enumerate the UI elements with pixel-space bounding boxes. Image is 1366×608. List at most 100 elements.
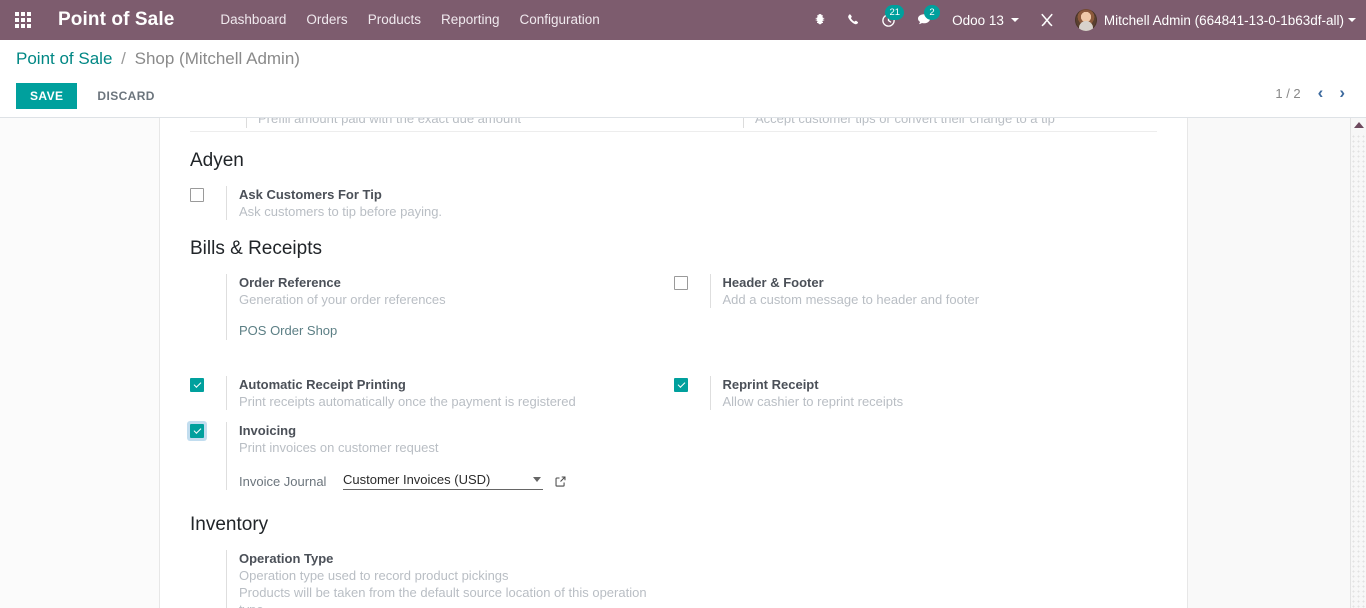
- setting-header-footer: Header & Footer Add a custom message to …: [673, 274, 1158, 308]
- breadcrumb-separator: /: [121, 49, 126, 68]
- bills-column-right: Header & Footer Add a custom message to …: [673, 274, 1158, 340]
- setting-body: Header & Footer Add a custom message to …: [709, 274, 1158, 308]
- control-panel-buttons: SAVE DISCARD: [16, 83, 167, 109]
- scrollbar-track[interactable]: [1351, 134, 1366, 608]
- automatic-receipt-printing-checkbox[interactable]: [190, 378, 204, 392]
- setting-help: Print receipts automatically once the pa…: [239, 394, 576, 409]
- setting-body: Reprint Receipt Allow cashier to reprint…: [709, 376, 1158, 410]
- adyen-column-right: [674, 186, 1158, 220]
- app-brand-title: Point of Sale: [58, 9, 175, 30]
- invoicing-checkbox[interactable]: [190, 424, 204, 438]
- setting-label: Ask Customers For Tip: [239, 187, 382, 202]
- adyen-settings-row: Ask Customers For Tip Ask customers to t…: [190, 186, 1157, 220]
- menu-item-products[interactable]: Products: [358, 0, 431, 40]
- setting-divider: [743, 118, 744, 128]
- checkbox-cell-empty: [190, 550, 226, 552]
- checkbox-cell-empty: [190, 274, 226, 276]
- inventory-column-right: [674, 550, 1158, 608]
- pager-previous-icon[interactable]: ‹: [1311, 84, 1331, 102]
- checkbox-cell: [190, 376, 226, 397]
- setting-label: Reprint Receipt: [722, 377, 819, 392]
- setting-body: Operation Type Operation type used to re…: [226, 550, 674, 608]
- bills-row-3: Invoicing Print invoices on customer req…: [190, 422, 1157, 490]
- invoice-journal-label: Invoice Journal: [239, 473, 327, 489]
- clipped-help-right: Accept customer tips or convert their ch…: [755, 118, 1055, 126]
- setting-help: Allow cashier to reprint receipts: [722, 394, 904, 409]
- apps-grid-icon[interactable]: [0, 0, 46, 40]
- setting-help: Print invoices on customer request: [239, 440, 439, 455]
- tools-icon[interactable]: [1029, 0, 1065, 40]
- reprint-receipt-checkbox[interactable]: [673, 378, 688, 392]
- settings-sheet: Prefill amount paid with the exact due a…: [160, 118, 1188, 608]
- invoice-journal-select[interactable]: Customer Invoices (USD): [343, 472, 543, 490]
- setting-automatic-receipt-printing: Automatic Receipt Printing Print receipt…: [190, 376, 674, 410]
- pager-count: 1 / 2: [1275, 85, 1301, 101]
- database-selector[interactable]: Odoo 13: [942, 0, 1029, 40]
- vertical-scrollbar[interactable]: [1350, 118, 1366, 608]
- left-gutter: [0, 118, 160, 608]
- chevron-down-icon: [533, 477, 541, 482]
- phone-icon[interactable]: [837, 0, 871, 40]
- settings-content-area: Prefill amount paid with the exact due a…: [0, 118, 1366, 608]
- breadcrumb-root[interactable]: Point of Sale: [16, 49, 112, 68]
- setting-body: Order Reference Generation of your order…: [226, 274, 674, 340]
- setting-help: Generation of your order references: [239, 292, 446, 307]
- control-panel: Point of Sale / Shop (Mitchell Admin) SA…: [0, 40, 1366, 118]
- section-title-bills-receipts: Bills & Receipts: [190, 238, 322, 259]
- main-menu: Dashboard Orders Products Reporting Conf…: [210, 0, 609, 40]
- checkbox-cell: [673, 274, 710, 295]
- save-button[interactable]: SAVE: [16, 83, 78, 109]
- scroll-up-arrow-icon[interactable]: [1354, 122, 1364, 128]
- menu-item-configuration[interactable]: Configuration: [510, 0, 610, 40]
- setting-label: Invoicing: [239, 423, 297, 438]
- menu-item-dashboard[interactable]: Dashboard: [210, 0, 296, 40]
- adyen-column-left: Ask Customers For Tip Ask customers to t…: [190, 186, 674, 220]
- setting-help: Ask customers to tip before paying.: [239, 204, 443, 219]
- setting-label: Order Reference: [239, 275, 341, 290]
- setting-ask-customers-for-tip: Ask Customers For Tip Ask customers to t…: [190, 186, 674, 220]
- setting-operation-type: Operation Type Operation type used to re…: [190, 550, 674, 608]
- clipped-help-left: Prefill amount paid with the exact due a…: [258, 118, 522, 126]
- menu-item-orders[interactable]: Orders: [296, 0, 357, 40]
- setting-invoicing: Invoicing Print invoices on customer req…: [190, 422, 674, 490]
- breadcrumb-current: Shop (Mitchell Admin): [134, 49, 300, 68]
- top-navbar: Point of Sale Dashboard Orders Products …: [0, 0, 1366, 40]
- bills-column-left: Invoicing Print invoices on customer req…: [190, 422, 674, 490]
- activity-clock-icon[interactable]: 21: [871, 0, 906, 40]
- setting-label: Operation Type: [239, 551, 334, 566]
- bug-icon[interactable]: [803, 0, 837, 40]
- bills-column-right: [674, 422, 1158, 490]
- ask-customers-for-tip-checkbox[interactable]: [190, 188, 204, 202]
- header-footer-checkbox[interactable]: [673, 276, 688, 290]
- invoice-journal-field-row: Invoice Journal Customer Invoices (USD): [239, 472, 674, 490]
- bills-column-left: Automatic Receipt Printing Print receipt…: [190, 376, 674, 410]
- setting-reprint-receipt: Reprint Receipt Allow cashier to reprint…: [673, 376, 1158, 410]
- bills-column-right: Reprint Receipt Allow cashier to reprint…: [673, 376, 1158, 410]
- user-menu[interactable]: Mitchell Admin (664841-13-0-1b63df-all): [1065, 0, 1366, 40]
- setting-body: Automatic Receipt Printing Print receipt…: [226, 376, 674, 410]
- setting-label: Automatic Receipt Printing: [239, 377, 406, 392]
- pager-next-icon[interactable]: ›: [1332, 84, 1352, 102]
- external-link-icon[interactable]: [554, 475, 567, 488]
- setting-label: Header & Footer: [722, 275, 824, 290]
- pos-order-shop-link[interactable]: POS Order Shop: [239, 323, 337, 338]
- activity-count-badge: 21: [885, 5, 905, 20]
- bills-row-1: Order Reference Generation of your order…: [190, 274, 1157, 340]
- checkbox-cell: [673, 376, 710, 397]
- menu-item-reporting[interactable]: Reporting: [431, 0, 510, 40]
- database-name: Odoo 13: [952, 12, 1004, 28]
- chevron-down-icon: [1010, 18, 1019, 22]
- user-name: Mitchell Admin (664841-13-0-1b63df-all): [1103, 12, 1344, 28]
- bills-row-2: Automatic Receipt Printing Print receipt…: [190, 376, 1157, 410]
- messages-count-badge: 2: [924, 5, 941, 20]
- setting-body: Invoicing Print invoices on customer req…: [226, 422, 674, 490]
- checkbox-cell: [190, 422, 226, 443]
- setting-divider: [246, 118, 247, 128]
- discard-button[interactable]: DISCARD: [85, 83, 166, 109]
- messages-chat-icon[interactable]: 2: [906, 0, 942, 40]
- inventory-row-1: Operation Type Operation type used to re…: [190, 550, 1157, 608]
- setting-order-reference: Order Reference Generation of your order…: [190, 274, 674, 340]
- avatar: [1074, 9, 1097, 31]
- bills-column-left: Order Reference Generation of your order…: [190, 274, 674, 340]
- setting-help: Add a custom message to header and foote…: [722, 292, 980, 307]
